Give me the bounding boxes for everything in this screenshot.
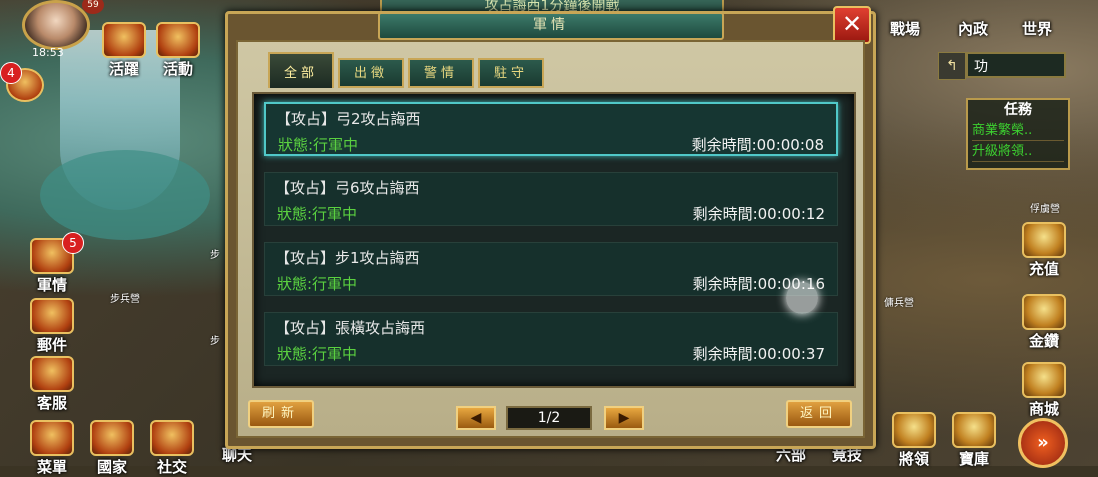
flag-icon (156, 22, 200, 58)
prisoner-camp-label[interactable]: 俘虜營 (1030, 200, 1060, 215)
infantry-camp-label-3[interactable]: 步 (210, 332, 220, 347)
player-avatar[interactable] (22, 0, 90, 50)
clock-text: 18:53 (32, 46, 64, 59)
mail-icon (30, 298, 74, 334)
back-button[interactable]: 返回 (786, 400, 852, 428)
item-title: 【攻占】弓2攻占誨西 (276, 110, 421, 128)
menu-label: 菜單 (36, 458, 67, 476)
infantry-camp-label-2[interactable]: 步 (210, 246, 220, 261)
item-status: 狀態:行軍中 (277, 345, 358, 363)
maiden-icon (30, 356, 74, 392)
mall-button[interactable]: 商城 (1022, 362, 1066, 419)
list-item[interactable]: 【攻占】弓6攻占誨西 狀態:行軍中 剩余時間:00:00:12 (264, 172, 838, 226)
next-page-button[interactable]: ▶ (604, 406, 644, 430)
quest-panel[interactable]: 任務 商業繁榮.. 升級將領.. (966, 98, 1070, 170)
tab-bar: 全部 出徵 警情 駐守 (268, 52, 544, 88)
recharge-button[interactable]: 充值 (1022, 222, 1066, 279)
social-button[interactable]: 社交 (150, 420, 194, 477)
treasure-chest-icon (952, 412, 996, 448)
military-intel-badge: 5 (62, 232, 84, 254)
touch-indicator (786, 282, 818, 314)
palace-icon (90, 420, 134, 456)
gift-count-badge: 4 (0, 62, 22, 84)
military-intel-label: 軍情 (36, 276, 67, 294)
active-icon (102, 22, 146, 58)
country-button[interactable]: 國家 (90, 420, 134, 477)
recharge-label: 充值 (1028, 260, 1059, 278)
tab-garrison[interactable]: 駐守 (478, 58, 544, 88)
mercenary-camp-label[interactable]: 傭兵營 (884, 294, 914, 309)
battlefield-label: 戰場 (890, 20, 921, 38)
close-button[interactable]: ✕ (833, 6, 871, 44)
military-intel-dialog: 軍情 ✕ 全部 出徵 警情 駐守 【攻占】弓2攻占誨西 狀態:行軍中 剩余時間:… (225, 6, 876, 449)
country-label: 國家 (96, 458, 127, 476)
item-title: 【攻占】弓6攻占誨西 (275, 179, 420, 197)
quest-item[interactable]: 商業繁榮.. (972, 122, 1064, 141)
refresh-button[interactable]: 刷新 (248, 400, 314, 428)
tab-alerts[interactable]: 警情 (408, 58, 474, 88)
internal-affairs-label: 內政 (958, 20, 989, 38)
item-title: 【攻占】張橫攻占誨西 (275, 319, 426, 337)
events-button[interactable]: 活動 (156, 22, 200, 79)
mall-label: 商城 (1028, 400, 1059, 418)
world-label: 世界 (1022, 20, 1053, 38)
coin-icon (1022, 222, 1066, 258)
tab-expedition[interactable]: 出徵 (338, 58, 404, 88)
diamond-label: 金鑽 (1028, 332, 1059, 350)
dialog-title: 軍情 (378, 12, 724, 40)
page-indicator: 1/2 (506, 406, 592, 430)
expand-menu-icon[interactable]: » (1018, 418, 1068, 468)
quest-title: 任務 (1004, 102, 1032, 118)
pond-scenery (40, 150, 210, 240)
dialog-body: 全部 出徵 警情 駐守 【攻占】弓2攻占誨西 狀態:行軍中 剩余時間:00:00… (236, 40, 865, 438)
item-remaining-time: 剩余時間:00:00:08 (691, 136, 824, 154)
diamond-button[interactable]: 金鑽 (1022, 294, 1066, 351)
item-status: 狀態:行軍中 (277, 205, 358, 223)
active-button[interactable]: 活躍 (102, 22, 146, 79)
social-label: 社交 (156, 458, 187, 476)
search-input[interactable]: 功 (966, 52, 1066, 78)
item-title: 【攻占】步1攻占誨西 (275, 249, 420, 267)
gold-ingot-icon (1022, 362, 1066, 398)
red-envelope-icon (1022, 294, 1066, 330)
intel-list[interactable]: 【攻占】弓2攻占誨西 狀態:行軍中 剩余時間:00:00:08 【攻占】弓6攻占… (252, 92, 856, 388)
prev-page-button[interactable]: ◀ (456, 406, 496, 430)
mail-button[interactable]: 郵件 (30, 298, 74, 355)
item-remaining-time: 剩余時間:00:00:12 (692, 205, 825, 223)
return-arrow-icon[interactable]: ↰ (938, 52, 966, 80)
general-portrait-icon (892, 412, 936, 448)
item-status: 狀態:行軍中 (277, 275, 358, 293)
tab-all[interactable]: 全部 (268, 52, 334, 88)
active-label: 活躍 (108, 60, 139, 78)
mail-label: 郵件 (36, 336, 67, 354)
customer-service-label: 客服 (36, 394, 67, 412)
generals-button[interactable]: 將領 (892, 412, 936, 469)
battlefield-button[interactable]: 戰場 (890, 0, 920, 39)
customer-service-button[interactable]: 客服 (30, 356, 74, 413)
item-remaining-time: 剩余時間:00:00:37 (692, 345, 825, 363)
quest-item[interactable]: 升級將領.. (972, 143, 1064, 162)
internal-affairs-button[interactable]: 內政 (958, 0, 988, 39)
infantry-camp-label[interactable]: 步兵營 (110, 290, 140, 305)
item-status: 狀態:行軍中 (278, 136, 359, 154)
list-item[interactable]: 【攻占】張橫攻占誨西 狀態:行軍中 剩余時間:00:00:37 (264, 312, 838, 366)
world-button[interactable]: 世界 (1022, 0, 1052, 39)
list-item[interactable]: 【攻占】弓2攻占誨西 狀態:行軍中 剩余時間:00:00:08 (264, 102, 838, 156)
handshake-icon (150, 420, 194, 456)
menu-icon (30, 420, 74, 456)
menu-button[interactable]: 菜單 (30, 420, 74, 477)
treasury-button[interactable]: 寶庫 (952, 412, 996, 469)
events-label: 活動 (162, 60, 193, 78)
list-item[interactable]: 【攻占】步1攻占誨西 狀態:行軍中 剩余時間:00:00:16 (264, 242, 838, 296)
